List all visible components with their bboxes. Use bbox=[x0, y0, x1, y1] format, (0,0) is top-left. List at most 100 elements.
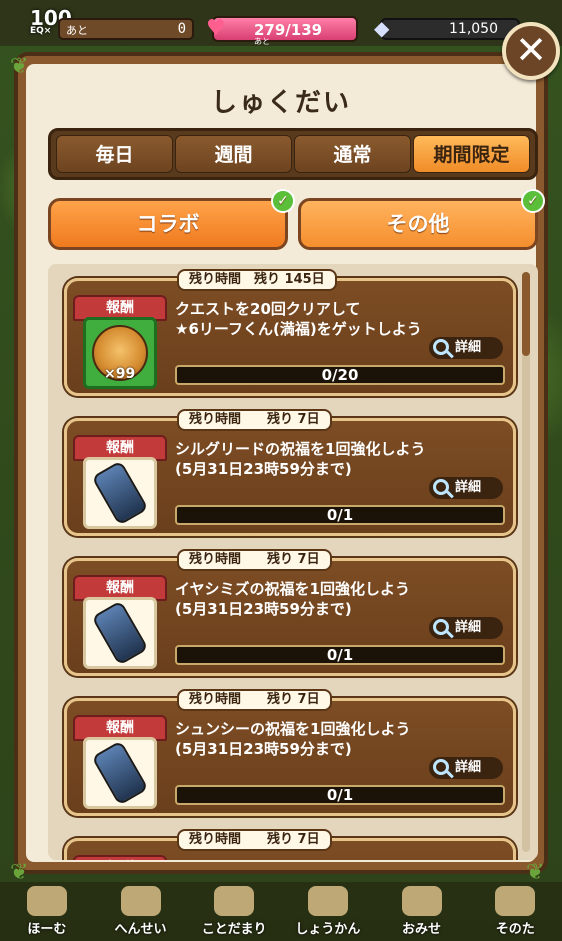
nav-kotodamari[interactable]: ことだまり bbox=[187, 882, 281, 941]
bottle-icon bbox=[91, 740, 149, 806]
other-icon bbox=[495, 886, 536, 916]
check-icon: ✓ bbox=[271, 189, 295, 213]
bottle-icon bbox=[91, 460, 149, 526]
time-remaining: 残り時間 残り 7日 bbox=[177, 829, 332, 851]
leaf-decoration-icon: ❦ bbox=[526, 860, 545, 885]
mission-text: イヤシミズの祝福を1回強化しよう (5月31日23時59分まで) bbox=[175, 579, 505, 619]
mission-text: シュンシーの祝福を1回強化しよう (5月31日23時59分まで) bbox=[175, 719, 505, 759]
mission-text: シルグリードの祝福を1回強化しよう (5月31日23時59分まで) bbox=[175, 439, 505, 479]
mission-item[interactable]: 残り時間 残り 145日 報酬 ×99 クエストを20回クリアして ★6リーフく… bbox=[64, 269, 516, 396]
progress-bar: 0/1 bbox=[175, 645, 505, 665]
reward-icon bbox=[83, 737, 157, 809]
magnifier-icon bbox=[433, 759, 449, 775]
reward-quantity: ×99 bbox=[104, 366, 136, 382]
progress-bar: 0/1 bbox=[175, 505, 505, 525]
nav-label: そのた bbox=[495, 922, 535, 937]
progress-text: 0/1 bbox=[326, 646, 354, 664]
progress-bar: 0/20 bbox=[175, 365, 505, 385]
mission-list[interactable]: 残り時間 残り 145日 報酬 ×99 クエストを20回クリアして ★6リーフく… bbox=[48, 264, 538, 860]
time-remaining: 残り時間 残り 7日 bbox=[177, 409, 332, 431]
close-button[interactable]: ✕ bbox=[502, 22, 560, 80]
collab-button[interactable]: コラボ ✓ bbox=[48, 189, 295, 250]
other-button[interactable]: その他 ✓ bbox=[298, 189, 545, 250]
panel-inner: しゅくだい 毎日 週間 通常 期間限定 コラボ ✓ その他 ✓ 残り時間 残り … bbox=[26, 64, 545, 862]
leaf-decoration-icon: ❦ bbox=[10, 860, 29, 885]
mission-line1: シュンシーの祝福を1回強化しよう bbox=[175, 720, 411, 738]
mission-item[interactable]: 残り時間 残り 7日 報酬 シュンシーの祝福を1回強化しよう (5月31日23時… bbox=[64, 689, 516, 816]
detail-button[interactable]: 詳細 bbox=[429, 477, 503, 499]
mission-line2: (5月31日23時59分まで) bbox=[175, 600, 352, 618]
scroll-thumb[interactable] bbox=[522, 272, 530, 356]
homework-panel: しゅくだい 毎日 週間 通常 期間限定 コラボ ✓ その他 ✓ 残り時間 残り … bbox=[14, 52, 548, 874]
time-remaining: 残り時間 残り 7日 bbox=[177, 549, 332, 571]
nav-label: ことだまり bbox=[201, 922, 267, 937]
detail-label: 詳細 bbox=[455, 340, 482, 355]
time-remaining: 残り時間 残り 145日 bbox=[177, 269, 337, 291]
mission-line1: シルグリードの祝福を1回強化しよう bbox=[175, 440, 426, 458]
nav-summon[interactable]: しょうかん bbox=[281, 882, 375, 941]
formation-icon bbox=[120, 886, 161, 916]
mission-line2: (5月31日23時59分まで) bbox=[175, 740, 352, 758]
page-title: しゅくだい bbox=[210, 88, 351, 118]
detail-label: 詳細 bbox=[455, 620, 482, 635]
status-bar: 100 EQ× あと 0 ♥ 279/139 あと ◆ 11,050 bbox=[0, 0, 562, 46]
nav-other[interactable]: そのた bbox=[468, 882, 562, 941]
mission-text: クエストを20回クリアして ★6リーフくん(満福)をゲットしよう bbox=[175, 299, 505, 339]
magnifier-icon bbox=[433, 339, 449, 355]
nav-label: ほーむ bbox=[27, 922, 67, 937]
progress-text: 0/20 bbox=[321, 366, 359, 384]
scrollbar[interactable] bbox=[522, 272, 530, 852]
period-tabs: 毎日 週間 通常 期間限定 bbox=[48, 128, 538, 180]
home-icon bbox=[26, 886, 67, 916]
mission-line2: (5月31日23時59分まで) bbox=[175, 460, 352, 478]
stamina-bar: ♥ 279/139 あと bbox=[206, 16, 358, 46]
collab-label: コラボ bbox=[136, 212, 200, 236]
reward-ribbon: 報酬 bbox=[73, 855, 167, 860]
tab-daily[interactable]: 毎日 bbox=[56, 135, 173, 173]
bottle-icon bbox=[91, 600, 149, 666]
heart-icon: ♥ bbox=[206, 16, 226, 41]
mission-item[interactable]: 残り時間 残り 7日 報酬 シルグリードの祝福を1回強化しよう (5月31日23… bbox=[64, 409, 516, 536]
exp-bar: あと 0 bbox=[58, 18, 194, 40]
coins-value: 11,050 bbox=[449, 21, 498, 37]
tab-normal[interactable]: 通常 bbox=[294, 135, 411, 173]
reward-icon bbox=[83, 457, 157, 529]
nav-label: おみせ bbox=[402, 922, 442, 937]
detail-button[interactable]: 詳細 bbox=[429, 757, 503, 779]
nav-home[interactable]: ほーむ bbox=[0, 882, 94, 941]
gem-icon: ◆ bbox=[374, 16, 390, 40]
progress-text: 0/1 bbox=[326, 786, 354, 804]
other-label: その他 bbox=[386, 212, 450, 236]
magnifier-icon bbox=[433, 619, 449, 635]
mission-item[interactable]: 残り時間 残り 7日 報酬 イヤシミズの祝福を1回強化しよう (5月31日23時… bbox=[64, 549, 516, 676]
reward-icon: ×99 bbox=[83, 317, 157, 389]
stamina-sub: あと bbox=[254, 37, 270, 46]
mission-item[interactable]: 残り時間 残り 7日 報酬 bbox=[64, 829, 516, 860]
nav-label: しょうかん bbox=[295, 922, 361, 937]
mission-line1: クエストを20回クリアして bbox=[175, 300, 361, 318]
tab-weekly[interactable]: 週間 bbox=[175, 135, 292, 173]
leaf-decoration-icon: ❦ bbox=[10, 54, 29, 79]
detail-label: 詳細 bbox=[455, 480, 482, 495]
progress-text: 0/1 bbox=[326, 506, 354, 524]
close-icon: ✕ bbox=[515, 28, 547, 72]
mission-line2: ★6リーフくん(満福)をゲットしよう bbox=[175, 320, 422, 338]
detail-button[interactable]: 詳細 bbox=[429, 337, 503, 359]
mission-line1: イヤシミズの祝福を1回強化しよう bbox=[175, 580, 410, 598]
progress-bar: 0/1 bbox=[175, 785, 505, 805]
kotodamari-icon bbox=[214, 886, 255, 916]
detail-button[interactable]: 詳細 bbox=[429, 617, 503, 639]
nav-formation[interactable]: へんせい bbox=[94, 882, 188, 941]
summon-icon bbox=[307, 886, 348, 916]
check-icon: ✓ bbox=[521, 189, 545, 213]
coins-bar: ◆ 11,050 bbox=[374, 16, 520, 40]
magnifier-icon bbox=[433, 479, 449, 495]
nav-label: へんせい bbox=[114, 922, 167, 937]
nav-shop[interactable]: おみせ bbox=[375, 882, 469, 941]
tab-limited[interactable]: 期間限定 bbox=[413, 135, 530, 173]
time-remaining: 残り時間 残り 7日 bbox=[177, 689, 332, 711]
shop-icon bbox=[401, 886, 442, 916]
detail-label: 詳細 bbox=[455, 760, 482, 775]
reward-icon bbox=[83, 597, 157, 669]
exp-value: 0 bbox=[177, 21, 186, 37]
